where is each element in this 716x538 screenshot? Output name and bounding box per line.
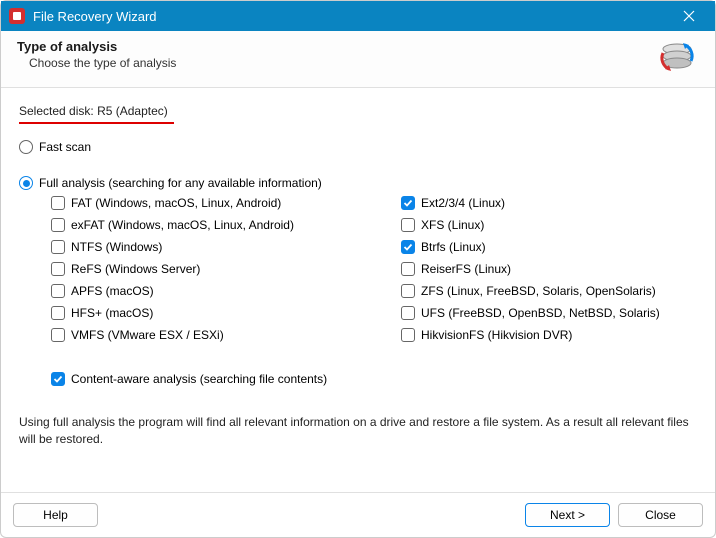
checkbox-fs-right-4[interactable]: ZFS (Linux, FreeBSD, Solaris, OpenSolari… [401, 284, 697, 298]
checkbox-label: XFS (Linux) [421, 218, 484, 232]
checkbox-fs-left-6[interactable]: VMFS (VMware ESX / ESXi) [51, 328, 391, 342]
checkbox-icon [401, 196, 415, 210]
selected-disk-underline [19, 122, 174, 124]
radio-full-analysis[interactable]: Full analysis (searching for any availab… [19, 176, 697, 190]
checkbox-fs-right-6[interactable]: HikvisionFS (Hikvision DVR) [401, 328, 697, 342]
checkbox-fs-right-1[interactable]: XFS (Linux) [401, 218, 697, 232]
checkbox-label: exFAT (Windows, macOS, Linux, Android) [71, 218, 294, 232]
checkbox-fs-left-3[interactable]: ReFS (Windows Server) [51, 262, 391, 276]
next-button[interactable]: Next > [525, 503, 610, 527]
checkbox-icon [401, 218, 415, 232]
radio-fast-scan[interactable]: Fast scan [19, 140, 697, 154]
checkbox-label: Content-aware analysis (searching file c… [71, 372, 327, 386]
checkbox-fs-left-2[interactable]: NTFS (Windows) [51, 240, 391, 254]
window-title: File Recovery Wizard [33, 9, 671, 24]
close-icon[interactable] [671, 1, 707, 31]
filesystem-grid: FAT (Windows, macOS, Linux, Android) Ext2… [51, 196, 697, 350]
checkbox-label: ReiserFS (Linux) [421, 262, 511, 276]
checkbox-label: VMFS (VMware ESX / ESXi) [71, 328, 224, 342]
selected-disk-label: Selected disk: [19, 104, 94, 118]
checkbox-label: FAT (Windows, macOS, Linux, Android) [71, 196, 281, 210]
page-title: Type of analysis [17, 39, 655, 54]
window: { "window": { "title": "File Recovery Wi… [0, 0, 716, 538]
radio-label: Fast scan [39, 140, 91, 154]
recovery-icon [655, 39, 699, 79]
checkbox-fs-right-3[interactable]: ReiserFS (Linux) [401, 262, 697, 276]
checkbox-fs-right-0[interactable]: Ext2/3/4 (Linux) [401, 196, 697, 210]
checkbox-fs-left-5[interactable]: HFS+ (macOS) [51, 306, 391, 320]
content-area: Selected disk: R5 (Adaptec) Fast scan Fu… [1, 88, 715, 492]
checkbox-icon [401, 306, 415, 320]
selected-disk-row: Selected disk: R5 (Adaptec) [19, 104, 697, 118]
close-button[interactable]: Close [618, 503, 703, 527]
checkbox-icon [51, 262, 65, 276]
checkbox-icon [401, 328, 415, 342]
checkbox-fs-right-2[interactable]: Btrfs (Linux) [401, 240, 697, 254]
checkbox-icon [401, 284, 415, 298]
radio-icon [19, 176, 33, 190]
description-text: Using full analysis the program will fin… [19, 414, 697, 448]
checkbox-label: NTFS (Windows) [71, 240, 162, 254]
checkbox-icon [51, 306, 65, 320]
selected-disk-value: R5 (Adaptec) [97, 104, 168, 118]
radio-label: Full analysis (searching for any availab… [39, 176, 322, 190]
checkbox-label: Btrfs (Linux) [421, 240, 486, 254]
titlebar: File Recovery Wizard [1, 1, 715, 31]
checkbox-label: APFS (macOS) [71, 284, 154, 298]
checkbox-icon [51, 196, 65, 210]
checkbox-label: ZFS (Linux, FreeBSD, Solaris, OpenSolari… [421, 284, 656, 298]
checkbox-label: HFS+ (macOS) [71, 306, 153, 320]
checkbox-fs-left-0[interactable]: FAT (Windows, macOS, Linux, Android) [51, 196, 391, 210]
checkbox-fs-left-4[interactable]: APFS (macOS) [51, 284, 391, 298]
checkbox-label: Ext2/3/4 (Linux) [421, 196, 505, 210]
checkbox-icon [51, 372, 65, 386]
checkbox-label: ReFS (Windows Server) [71, 262, 200, 276]
help-button[interactable]: Help [13, 503, 98, 527]
checkbox-fs-right-5[interactable]: UFS (FreeBSD, OpenBSD, NetBSD, Solaris) [401, 306, 697, 320]
app-icon [9, 8, 25, 24]
checkbox-fs-left-1[interactable]: exFAT (Windows, macOS, Linux, Android) [51, 218, 391, 232]
checkbox-content-aware[interactable]: Content-aware analysis (searching file c… [51, 372, 697, 386]
checkbox-icon [51, 284, 65, 298]
checkbox-icon [51, 328, 65, 342]
page-subtitle: Choose the type of analysis [29, 56, 655, 70]
checkbox-icon [51, 218, 65, 232]
checkbox-icon [401, 240, 415, 254]
header: Type of analysis Choose the type of anal… [1, 31, 715, 88]
checkbox-label: HikvisionFS (Hikvision DVR) [421, 328, 572, 342]
checkbox-label: UFS (FreeBSD, OpenBSD, NetBSD, Solaris) [421, 306, 660, 320]
checkbox-icon [401, 262, 415, 276]
footer: Help Next > Close [1, 492, 715, 537]
checkbox-icon [51, 240, 65, 254]
radio-icon [19, 140, 33, 154]
